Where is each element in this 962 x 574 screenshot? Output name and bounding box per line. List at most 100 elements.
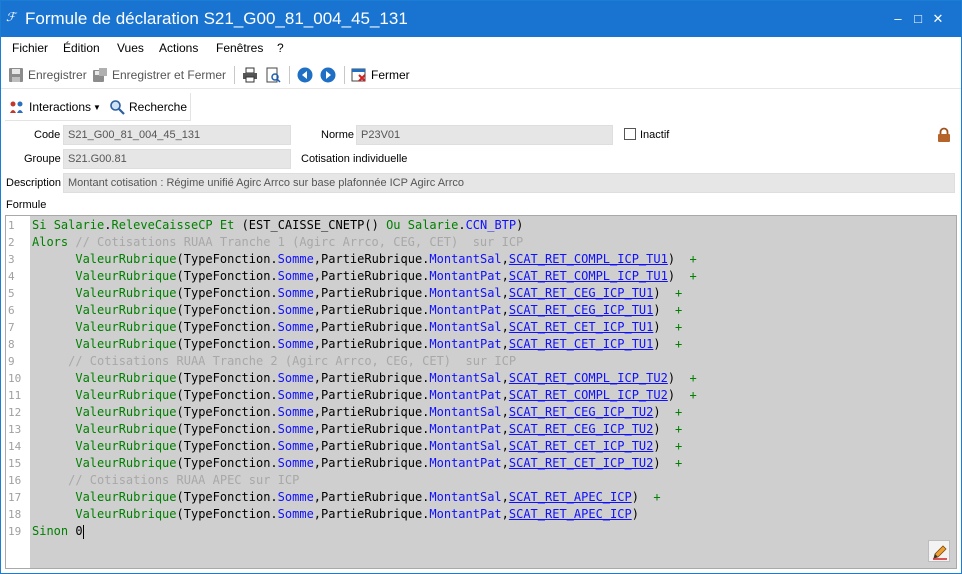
menu-help[interactable]: ? (277, 41, 284, 55)
description-field[interactable]: Montant cotisation : Régime unifié Agirc… (63, 173, 955, 193)
code-token: ,PartieRubrique. (313, 439, 430, 453)
code-token: (TypeFonction. (176, 490, 278, 504)
groupe-field[interactable]: S21.G00.81 (63, 149, 291, 169)
line-code: ValeurRubrique(TypeFonction.Somme,Partie… (32, 506, 639, 523)
search-button[interactable]: Recherche (109, 98, 187, 116)
code-token: Somme (277, 252, 314, 266)
save-close-icon (92, 67, 108, 83)
code-token: ValeurRubrique (75, 252, 177, 266)
formula-line: 8 ValeurRubrique(TypeFonction.Somme,Part… (6, 336, 956, 353)
code-token: , (501, 269, 509, 283)
back-icon (297, 67, 313, 83)
code-token: ) (667, 252, 676, 266)
code-token: (TypeFonction. (176, 405, 278, 419)
close-window-button[interactable]: ✕ (928, 9, 948, 29)
main-toolbar: Enregistrer Enregistrer et Fermer Fermer (1, 61, 961, 89)
code-token: Somme (277, 269, 314, 283)
code-token: SCAT_RET_APEC_ICP (508, 507, 632, 521)
text-caret (82, 524, 84, 539)
code-token: Somme (277, 422, 314, 436)
print-button[interactable] (242, 66, 262, 84)
line-code: Alors // Cotisations RUAA Tranche 1 (Agi… (32, 234, 523, 251)
formula-line: 11 ValeurRubrique(TypeFonction.Somme,Par… (6, 387, 956, 404)
code-token: Salarie (407, 218, 459, 232)
code-token: ) (653, 320, 661, 334)
code-token: + (660, 456, 683, 470)
code-token: ,PartieRubrique. (313, 422, 430, 436)
inactif-checkbox[interactable] (624, 128, 636, 140)
app-icon: ℱ (6, 10, 16, 24)
menu-fichier[interactable]: Fichier (12, 41, 48, 55)
code-token: SCAT_RET_COMPL_ICP_TU2 (508, 371, 668, 385)
line-number: 12 (8, 406, 22, 419)
toolbar-separator (234, 66, 235, 84)
maximize-button[interactable]: □ (908, 9, 928, 29)
menu-fenetres[interactable]: Fenêtres (216, 41, 263, 55)
line-code: ValeurRubrique(TypeFonction.Somme,Partie… (32, 438, 682, 455)
line-code: ValeurRubrique(TypeFonction.Somme,Partie… (32, 319, 682, 336)
code-token: . (104, 218, 112, 232)
code-token: Si (32, 218, 54, 232)
edit-formula-button[interactable] (928, 540, 950, 562)
groupe-label: Groupe (24, 153, 61, 165)
close-doc-button[interactable]: Fermer (351, 66, 410, 84)
back-button[interactable] (297, 66, 317, 84)
code-token: , (501, 286, 509, 300)
code-field[interactable]: S21_G00_81_004_45_131 (63, 125, 291, 145)
line-number: 8 (8, 338, 15, 351)
code-token: 0 (68, 524, 83, 538)
code-token: Somme (277, 456, 314, 470)
toolbar-separator (344, 66, 345, 84)
line-number: 7 (8, 321, 15, 334)
menu-edition[interactable]: Édition (63, 41, 100, 55)
code-token: (EST_CAISSE_CNETP() (234, 218, 387, 232)
code-token: SCAT_RET_COMPL_ICP_TU2 (508, 388, 668, 402)
save-close-button[interactable]: Enregistrer et Fermer (92, 66, 226, 84)
print-preview-icon (265, 67, 281, 83)
title-bar: ℱ Formule de déclaration S21_G00_81_004_… (1, 1, 961, 37)
print-preview-button[interactable] (265, 66, 285, 84)
formula-line: 17 ValeurRubrique(TypeFonction.Somme,Par… (6, 489, 956, 506)
code-token: ,PartieRubrique. (313, 286, 430, 300)
secondary-toolbar: Interactions ▼ Recherche (5, 93, 191, 121)
formula-line: 14 ValeurRubrique(TypeFonction.Somme,Par… (6, 438, 956, 455)
code-token: MontantSal (429, 490, 502, 504)
code-token: MontantPat (429, 269, 502, 283)
interactions-menu-button[interactable]: Interactions ▼ (9, 98, 101, 116)
code-token: (TypeFonction. (176, 388, 278, 402)
norme-field[interactable]: P23V01 (356, 125, 613, 145)
minimize-button[interactable]: – (888, 9, 908, 29)
code-token: ) (653, 405, 661, 419)
formula-editor[interactable]: 1 Si Salarie.ReleveCaisseCP Et (EST_CAISS… (5, 215, 957, 569)
code-token: ValeurRubrique (75, 371, 177, 385)
code-token: ,PartieRubrique. (313, 252, 430, 266)
menu-actions[interactable]: Actions (159, 41, 198, 55)
formula-line: 13 ValeurRubrique(TypeFonction.Somme,Par… (6, 421, 956, 438)
code-token: + (675, 388, 697, 402)
menu-vues[interactable]: Vues (117, 41, 144, 55)
line-number: 3 (8, 253, 15, 266)
menu-bar: Fichier Édition Vues Actions Fenêtres ? (1, 37, 961, 59)
forward-button[interactable] (320, 66, 340, 84)
code-token: SCAT_RET_CEG_ICP_TU1 (508, 303, 654, 317)
code-token: MontantPat (429, 388, 502, 402)
formule-label: Formule (6, 199, 47, 211)
code-token: , (501, 507, 509, 521)
code-token: Et (219, 218, 235, 232)
code-token: MontantPat (429, 303, 502, 317)
line-number: 13 (8, 423, 22, 436)
code-token: Somme (277, 286, 314, 300)
line-code: Si Salarie.ReleveCaisseCP Et (EST_CAISSE… (32, 217, 523, 234)
save-button[interactable]: Enregistrer (8, 66, 87, 84)
code-token: + (638, 490, 661, 504)
description-label: Description (6, 177, 62, 189)
code-token: ) (653, 439, 661, 453)
code-token: SCAT_RET_CET_ICP_TU1 (508, 320, 654, 334)
line-code: ValeurRubrique(TypeFonction.Somme,Partie… (32, 251, 696, 268)
line-number: 15 (8, 457, 22, 470)
code-token: (TypeFonction. (176, 456, 278, 470)
code-token: + (660, 337, 683, 351)
